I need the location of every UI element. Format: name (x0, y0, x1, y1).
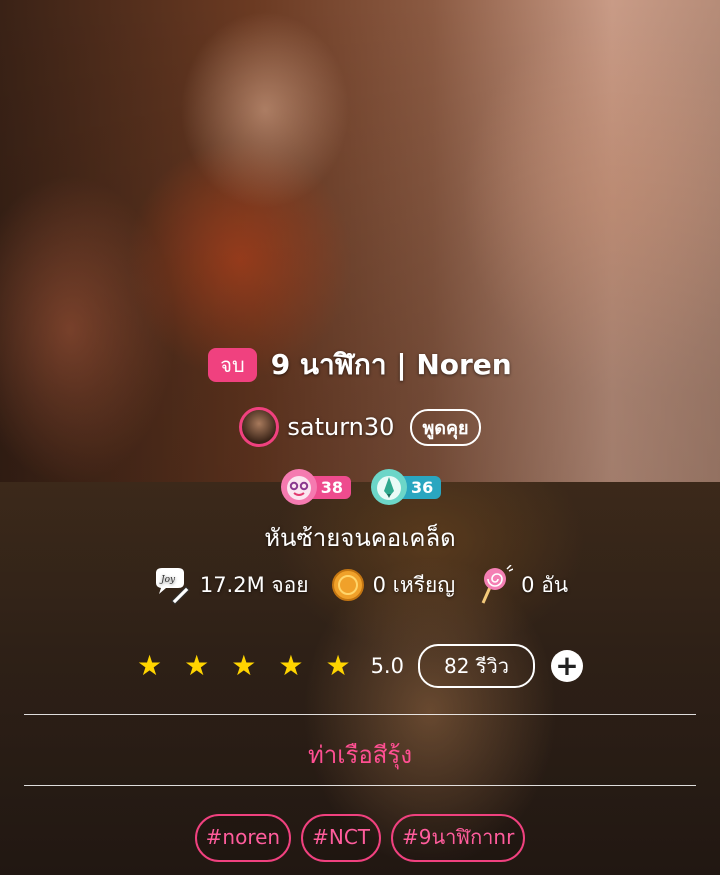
story-title: 9 นาฬิกา | Noren (270, 348, 512, 381)
tag-chip[interactable]: #noren (194, 814, 292, 862)
author-row: saturn30 พูดคุย (0, 405, 720, 449)
story-tagline: หันซ้ายจนคอเคล็ด (264, 524, 456, 552)
add-review-button[interactable]: + (550, 649, 583, 682)
plus-icon: + (555, 649, 579, 682)
star-rating: ★ ★ ★ ★ ★ (137, 652, 351, 680)
pencil-badge-icon (371, 469, 407, 505)
badge-writer-level[interactable]: 36 (369, 467, 442, 507)
svg-text:Joy: Joy (159, 575, 176, 585)
tag-chip[interactable]: #NCT (301, 814, 382, 862)
star-icon: ★ (137, 649, 163, 682)
author-avatar[interactable] (239, 407, 280, 447)
joy-icon: Joy (155, 568, 190, 605)
coin-count: 0 เหรียญ (372, 572, 456, 597)
rating-row: ★ ★ ★ ★ ★ 5.0 82 รีวิว + (0, 644, 720, 688)
star-icon: ★ (278, 649, 304, 682)
candy-count: 0 อัน (521, 572, 569, 597)
chat-button[interactable]: พูดคุย (410, 408, 481, 446)
star-icon: ★ (184, 649, 210, 682)
stats-row: Joy 17.2M จอย 0 เหรียญ 0 อัน (0, 565, 720, 605)
divider (24, 714, 696, 715)
fandom-link[interactable]: ท่าเรือสีรุ้ง (0, 735, 720, 774)
divider (24, 785, 696, 786)
star-icon: ★ (231, 649, 257, 682)
author-badges: 38 36 (0, 467, 720, 507)
tag-chip[interactable]: #9นาฬิกาnr (391, 814, 526, 862)
rating-value: 5.0 (370, 654, 404, 678)
badge-reader-level[interactable]: 38 (279, 467, 351, 507)
joy-stat: Joy 17.2M จอย (152, 565, 309, 605)
lollipop-icon (481, 565, 514, 604)
candy-stat: 0 อัน (477, 565, 568, 605)
status-badge: จบ (208, 348, 257, 382)
reviews-button[interactable]: 82 รีวิว (417, 644, 535, 688)
coin-icon (331, 569, 364, 601)
title-row: จบ 9 นาฬิกา | Noren (0, 343, 720, 387)
tags-row: #noren #NCT #9นาฬิกาnr (0, 814, 720, 862)
coin-stat: 0 เหรียญ (331, 568, 456, 602)
smiling-face-badge-icon (280, 469, 317, 505)
star-icon: ★ (325, 649, 351, 682)
joy-count: 17.2M จอย (199, 572, 309, 597)
author-name[interactable]: saturn30 (287, 413, 394, 441)
